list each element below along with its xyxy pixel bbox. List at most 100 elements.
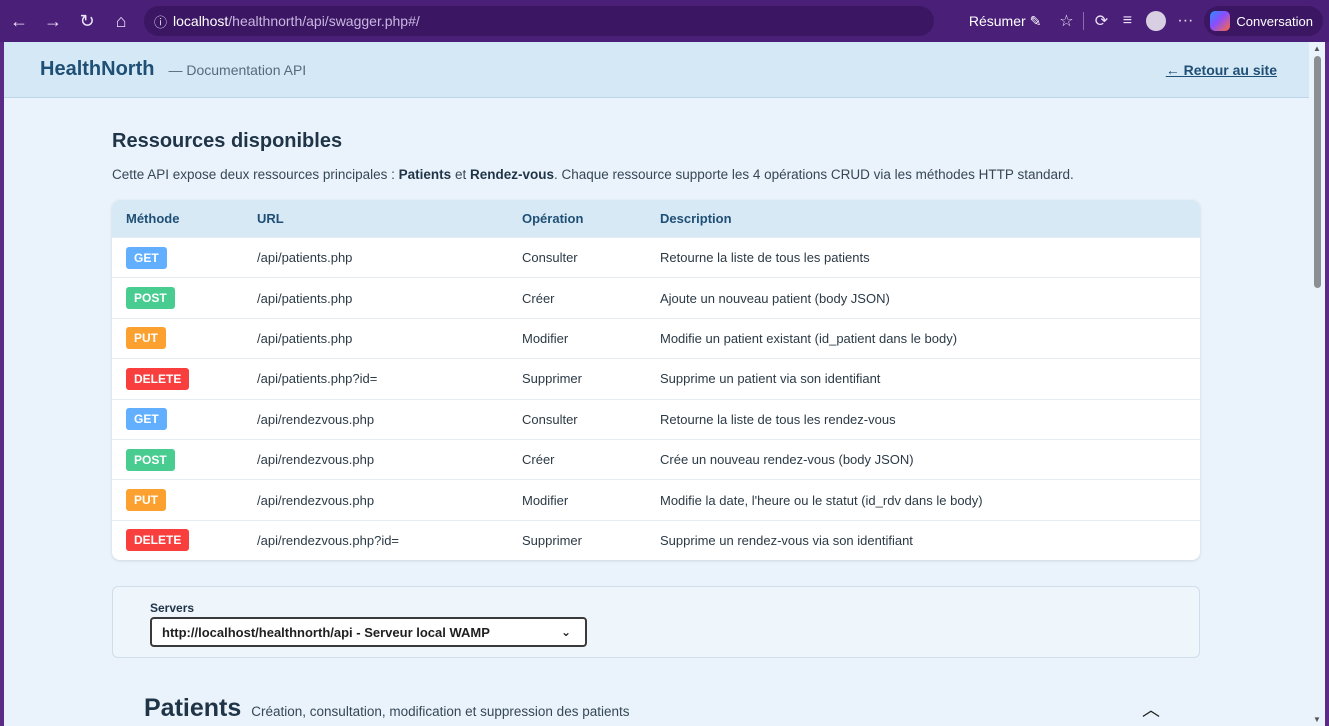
operation-cell: Créer xyxy=(522,452,555,468)
site-header: HealthNorth — Documentation API ← Retour… xyxy=(4,42,1325,98)
method-badge: POST xyxy=(126,287,175,310)
method-badge: PUT xyxy=(126,327,166,350)
favorite-star-icon[interactable]: ☆ xyxy=(1053,8,1079,34)
method-badge: POST xyxy=(126,448,175,471)
refresh-icon[interactable]: ↻ xyxy=(72,6,102,36)
col-url: URL xyxy=(257,211,284,226)
method-badge: DELETE xyxy=(126,529,190,552)
description-cell: Modifie un patient existant (id_patient … xyxy=(660,330,958,346)
method-cell: DELETE xyxy=(112,367,257,390)
operation-cell: Consulter xyxy=(522,250,578,266)
home-icon[interactable]: ⌂ xyxy=(106,6,136,36)
table-row: DELETE/api/rendezvous.php?id= Supprimer Su… xyxy=(112,519,1200,560)
description-cell: Supprime un rendez-vous via son identifi… xyxy=(660,532,913,548)
patients-section-header[interactable]: Patients Création, consultation, modific… xyxy=(112,694,1200,723)
url-cell: /api/patients.php xyxy=(257,330,353,346)
summarize-icon: ✎ xyxy=(1029,12,1042,29)
more-menu-icon[interactable]: ··· xyxy=(1172,8,1198,34)
url-cell: /api/rendezvous.php xyxy=(257,492,375,508)
table-row: DELETE/api/patients.php?id= Supprimer Supp… xyxy=(112,358,1200,398)
chevron-down-icon: ⌄ xyxy=(560,625,571,640)
url-host: localhost xyxy=(173,13,229,29)
method-cell: PUT xyxy=(112,327,257,350)
description-cell: Modifie la date, l'heure ou le statut (i… xyxy=(660,492,983,508)
toolbar-divider xyxy=(1083,12,1085,30)
operation-cell: Consulter xyxy=(522,411,578,427)
description-cell: Retourne la liste de tous les patients xyxy=(660,250,870,266)
url-cell: /api/rendezvous.php?id= xyxy=(257,532,400,548)
description-cell: Retourne la liste de tous les rendez-vou… xyxy=(660,411,896,427)
browser-toolbar: ← → ↻ ⌂ ⓘ localhost/healthnorth/api/swag… xyxy=(0,0,1329,42)
method-cell: POST xyxy=(112,448,257,471)
desc-text: et xyxy=(451,167,470,182)
scroll-up-icon[interactable]: ▲ xyxy=(1313,44,1321,53)
url-cell: /api/patients.php?id= xyxy=(257,371,378,387)
brand-subtitle: — Documentation API xyxy=(168,61,307,78)
conversation-button[interactable]: Conversation xyxy=(1204,6,1323,36)
main-content: Ressources disponibles Cette API expose … xyxy=(112,98,1202,723)
operation-cell: Supprimer xyxy=(522,371,582,387)
method-badge: GET xyxy=(126,408,167,431)
url-path: /healthnorth/api/swagger.php#/ xyxy=(228,13,420,29)
servers-panel: Servers http://localhost/healthnorth/api… xyxy=(112,586,1200,659)
desc-rendezvous: Rendez-vous xyxy=(469,167,554,182)
table-row: GET/api/rendezvous.php Consulter Retourne … xyxy=(112,398,1200,439)
back-arrow-icon[interactable]: ← xyxy=(4,6,34,36)
patients-title: Patients xyxy=(144,694,242,723)
servers-label: Servers xyxy=(150,601,195,616)
url-cell: /api/rendezvous.php xyxy=(257,452,375,468)
description-cell: Ajoute un nouveau patient (body JSON) xyxy=(660,290,890,306)
patients-description: Création, consultation, modification et … xyxy=(251,704,630,720)
address-bar[interactable]: ⓘ localhost/healthnorth/api/swagger.php#… xyxy=(144,6,934,36)
method-badge: PUT xyxy=(126,489,166,512)
desc-patients: Patients xyxy=(398,167,452,182)
scroll-thumb[interactable] xyxy=(1314,56,1321,288)
method-badge: DELETE xyxy=(126,367,190,390)
back-to-site-link[interactable]: ← Retour au site xyxy=(1166,62,1277,78)
operation-cell: Créer xyxy=(522,290,555,306)
col-method: Méthode xyxy=(126,211,180,226)
operation-cell: Modifier xyxy=(522,492,569,508)
url-cell: /api/patients.php xyxy=(257,250,353,266)
conversation-label: Conversation xyxy=(1236,13,1313,29)
col-description: Description xyxy=(660,211,732,226)
summarize-label: Résumer xyxy=(968,13,1026,29)
operation-cell: Modifier xyxy=(522,330,569,346)
forward-arrow-icon[interactable]: → xyxy=(38,6,68,36)
table-row: GET/api/patients.php Consulter Retourne la… xyxy=(112,237,1200,277)
desc-text: . Chaque ressource supporte les 4 opérat… xyxy=(553,167,1074,182)
scroll-down-icon[interactable]: ▼ xyxy=(1313,715,1321,724)
page-viewport: HealthNorth — Documentation API ← Retour… xyxy=(4,42,1325,726)
method-cell: GET xyxy=(112,408,257,431)
table-header: Méthode URL Opération Description xyxy=(112,200,1200,237)
table-row: POST/api/rendezvous.php Créer Crée un nouv… xyxy=(112,438,1200,479)
method-cell: PUT xyxy=(112,489,257,512)
desc-text: Cette API expose deux ressources princip… xyxy=(112,167,399,182)
favorites-list-icon[interactable]: ≡ xyxy=(1114,8,1140,34)
page-scrollbar[interactable]: ▲ ▼ xyxy=(1309,42,1325,726)
table-row: PUT/api/rendezvous.php Modifier Modifie la… xyxy=(112,479,1200,519)
method-badge: GET xyxy=(126,246,167,269)
table-row: PUT/api/patients.php Modifier Modifie un p… xyxy=(112,317,1200,358)
site-info-icon[interactable]: ⓘ xyxy=(154,12,167,31)
chevron-up-icon[interactable]: ︿ xyxy=(1142,696,1160,722)
resources-title: Ressources disponibles xyxy=(112,130,343,152)
copilot-icon xyxy=(1210,11,1231,31)
method-cell: GET xyxy=(112,246,257,269)
brand-title: HealthNorth xyxy=(40,58,155,80)
description-cell: Crée un nouveau rendez-vous (body JSON) xyxy=(660,452,914,468)
method-cell: POST xyxy=(112,287,257,310)
operation-cell: Supprimer xyxy=(522,532,582,548)
extensions-icon[interactable]: ⟳ xyxy=(1088,8,1114,34)
table-row: POST/api/patients.php Créer Ajoute un nouv… xyxy=(112,277,1200,317)
description-cell: Supprime un patient via son identifiant xyxy=(660,371,881,387)
url-cell: /api/patients.php xyxy=(257,290,353,306)
method-cell: DELETE xyxy=(112,529,257,552)
summarize-button[interactable]: Résumer ✎ xyxy=(969,13,1042,30)
servers-select[interactable]: http://localhost/healthnorth/api - Serve… xyxy=(150,617,587,648)
resources-table: Méthode URL Opération Description GET/ap… xyxy=(112,200,1200,561)
url-cell: /api/rendezvous.php xyxy=(257,411,375,427)
profile-avatar[interactable] xyxy=(1146,11,1167,31)
resources-description: Cette API expose deux ressources princip… xyxy=(112,167,1202,182)
servers-selected-value: http://localhost/healthnorth/api - Serve… xyxy=(162,624,490,640)
